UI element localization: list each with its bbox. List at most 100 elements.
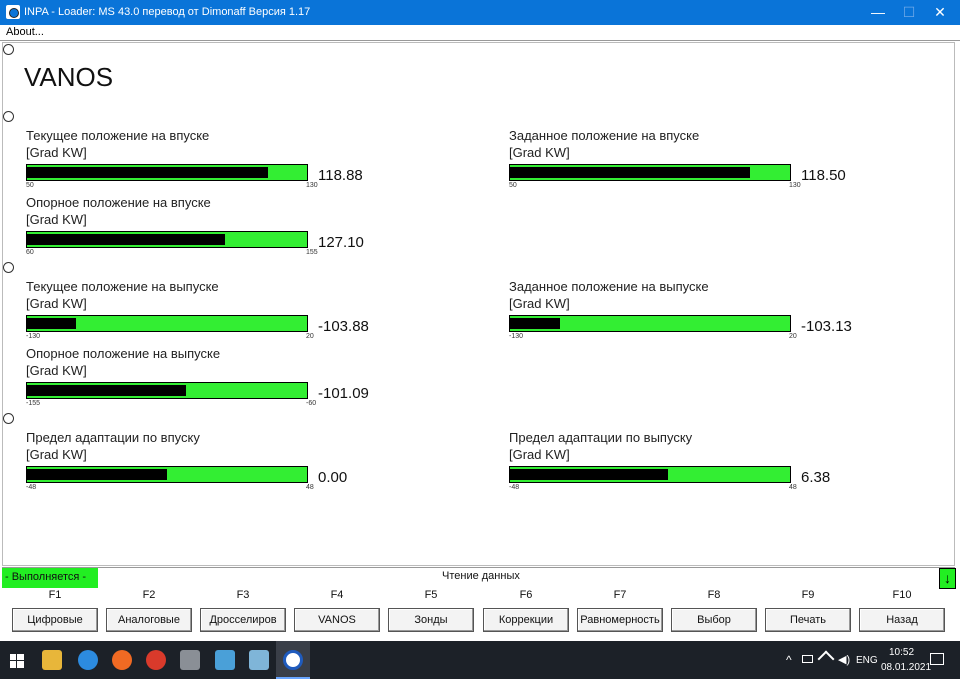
gauge-bar xyxy=(26,315,308,332)
gauge-max: 130 xyxy=(306,182,318,189)
gauge-max: 48 xyxy=(306,484,314,491)
gauge-label: Предел адаптации по выпуску xyxy=(509,430,693,445)
gauge-fill xyxy=(27,318,76,329)
f10-back-button[interactable]: Назад xyxy=(859,608,945,632)
fkey-name: F7 xyxy=(613,589,627,601)
f9-print-button[interactable]: Печать xyxy=(765,608,851,632)
gauge-unit: [Grad KW] xyxy=(509,145,570,160)
fkey-name: F9 xyxy=(801,589,815,601)
gauge-min: -130 xyxy=(509,333,524,340)
f2-analog-button[interactable]: Аналоговые xyxy=(106,608,192,632)
gauge-unit: [Grad KW] xyxy=(26,447,87,462)
gauge-label: Опорное положение на выпуске xyxy=(26,346,221,361)
gauge-bar xyxy=(509,466,791,483)
battery-icon[interactable] xyxy=(802,655,813,663)
gauge-exhaust-target: Заданное положение на выпуске [Grad KW] … xyxy=(509,278,852,342)
gauge-value: 6.38 xyxy=(801,469,831,486)
f1-digital-button[interactable]: Цифровые xyxy=(12,608,98,632)
function-key-bar: F1 Цифровые F2 Аналоговые F3 Дросселиров F4… xyxy=(0,588,960,638)
app-window-icon[interactable] xyxy=(215,650,235,670)
gauge-label: Текущее положение на выпуске xyxy=(26,279,219,294)
gauge-unit: [Grad KW] xyxy=(509,447,570,462)
inpa-app-icon[interactable] xyxy=(6,5,20,19)
gauge-unit: [Grad KW] xyxy=(26,363,87,378)
inpa-bmw-icon[interactable] xyxy=(283,650,303,670)
close-button[interactable]: ✕ xyxy=(924,0,956,25)
fkey-slot-f7: F7 Равномерность xyxy=(577,588,663,632)
fkey-slot-f6: F6 Коррекции xyxy=(483,588,569,632)
gauge-label: Предел адаптации по впуску xyxy=(26,430,200,445)
minimize-button[interactable]: — xyxy=(862,0,894,25)
f6-corrections-button[interactable]: Коррекции xyxy=(483,608,569,632)
section-radio-1[interactable] xyxy=(3,44,14,55)
ccleaner-icon[interactable] xyxy=(146,650,166,670)
clock-time[interactable]: 10:52 xyxy=(889,647,914,658)
notepad-icon[interactable] xyxy=(249,650,269,670)
title-bar[interactable]: INPA - Loader: MS 43.0 перевод от Dimona… xyxy=(0,0,960,25)
tray-chevron-icon[interactable]: ^ xyxy=(786,653,792,667)
wifi-icon[interactable] xyxy=(817,650,835,668)
section-radio-4[interactable] xyxy=(3,413,14,424)
gauge-min: 50 xyxy=(509,182,517,189)
fkey-slot-f1: F1 Цифровые xyxy=(12,588,98,632)
gauge-min: -130 xyxy=(26,333,41,340)
page-title: VANOS xyxy=(24,62,114,92)
language-indicator[interactable]: ENG xyxy=(856,655,878,666)
gauge-fill xyxy=(510,318,561,329)
gauge-bar xyxy=(26,382,308,399)
menu-bar: About... xyxy=(0,25,960,41)
f3-throttle-button[interactable]: Дросселиров xyxy=(200,608,286,632)
file-explorer-icon[interactable] xyxy=(42,650,62,670)
f4-vanos-button[interactable]: VANOS xyxy=(294,608,380,632)
gauge-bar xyxy=(26,164,308,181)
fkey-name: F1 xyxy=(48,589,62,601)
fkey-slot-f9: F9 Печать xyxy=(765,588,851,632)
windows-start-icon[interactable] xyxy=(10,654,24,668)
status-text: Чтение данных xyxy=(442,570,520,582)
menu-about[interactable]: About... xyxy=(6,26,44,38)
gauge-intake-reference: Опорное положение на впуске [Grad KW] 60… xyxy=(26,194,364,258)
gauge-value: 118.88 xyxy=(318,167,363,184)
gauge-fill xyxy=(510,167,750,178)
fkey-name: F3 xyxy=(236,589,250,601)
f7-smoothness-button[interactable]: Равномерность xyxy=(577,608,663,632)
fkey-slot-f2: F2 Аналоговые xyxy=(106,588,192,632)
fkey-slot-f3: F3 Дросселиров xyxy=(200,588,286,632)
volume-icon[interactable]: ◀) xyxy=(838,653,850,666)
gauge-intake-adaptation-limit: Предел адаптации по впуску [Grad KW] -48… xyxy=(26,429,347,493)
gauge-label: Опорное положение на впуске xyxy=(26,195,211,210)
gauge-value: 127.10 xyxy=(318,234,364,251)
internet-explorer-icon[interactable] xyxy=(78,650,98,670)
gauge-label: Текущее положение на впуске xyxy=(26,128,210,143)
gauge-exhaust-current: Текущее положение на выпуске [Grad KW] -… xyxy=(26,278,369,342)
fkey-slot-f5: F5 Зонды xyxy=(388,588,474,632)
gauge-unit: [Grad KW] xyxy=(509,296,570,311)
firefox-icon[interactable] xyxy=(112,650,132,670)
gauge-value: -103.13 xyxy=(801,318,852,335)
maximize-button: ☐ xyxy=(902,4,916,20)
gauge-intake-current: Текущее положение на впуске [Grad KW] 50… xyxy=(26,127,363,191)
fkey-name: F6 xyxy=(519,589,533,601)
app-icon[interactable] xyxy=(180,650,200,670)
gauge-min: 60 xyxy=(26,249,34,256)
gauge-value: 0.00 xyxy=(318,469,348,486)
f8-select-button[interactable]: Выбор xyxy=(671,608,757,632)
gauge-unit: [Grad KW] xyxy=(26,296,87,311)
arrow-down-icon: ↓ xyxy=(939,568,956,589)
gauge-max: 20 xyxy=(789,333,797,340)
section-radio-2[interactable] xyxy=(3,111,14,122)
status-running-indicator: - Выполняется - xyxy=(2,568,98,588)
gauge-max: 20 xyxy=(306,333,314,340)
gauge-value: -103.88 xyxy=(318,318,369,335)
gauge-max: 130 xyxy=(789,182,801,189)
gauge-fill xyxy=(27,167,268,178)
gauge-exhaust-reference: Опорное положение на выпуске [Grad KW] -… xyxy=(26,345,369,409)
fkey-slot-f8: F8 Выбор xyxy=(671,588,757,632)
notifications-icon[interactable] xyxy=(930,653,944,665)
taskbar-active-app[interactable] xyxy=(276,641,310,679)
gauge-unit: [Grad KW] xyxy=(26,145,87,160)
section-radio-3[interactable] xyxy=(3,262,14,273)
clock-date[interactable]: 08.01.2021 xyxy=(881,662,931,673)
f5-probes-button[interactable]: Зонды xyxy=(388,608,474,632)
gauge-bar xyxy=(509,315,791,332)
